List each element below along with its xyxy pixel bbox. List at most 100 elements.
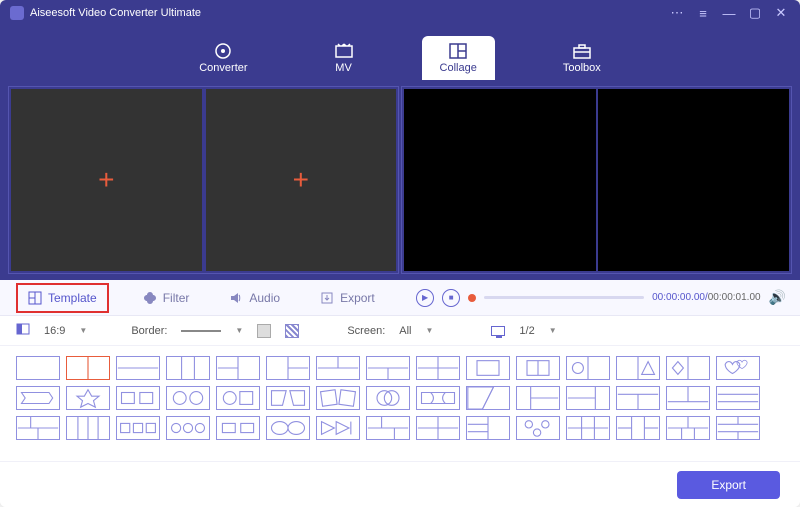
stop-button[interactable]: ■ — [442, 289, 460, 307]
nav-toolbox[interactable]: Toolbox — [545, 36, 619, 80]
toolbox-icon — [572, 42, 592, 60]
collage-icon — [448, 42, 468, 60]
template-thumb[interactable] — [266, 356, 310, 380]
template-thumb[interactable] — [116, 356, 160, 380]
template-thumb[interactable] — [416, 386, 460, 410]
template-thumb[interactable] — [716, 386, 760, 410]
aspect-ratio-value[interactable]: 16:9 — [44, 325, 65, 337]
aspect-ratio-icon — [16, 323, 30, 338]
template-thumb[interactable] — [566, 356, 610, 380]
template-thumb[interactable] — [566, 386, 610, 410]
template-thumb[interactable] — [516, 416, 560, 440]
template-thumb[interactable] — [366, 356, 410, 380]
template-thumb[interactable] — [166, 416, 210, 440]
template-thumb[interactable] — [216, 386, 260, 410]
tab-filter[interactable]: Filter — [137, 287, 196, 309]
close-icon[interactable]: ✕ — [772, 4, 790, 22]
main-nav: Converter MV Collage Toolbox — [0, 26, 800, 80]
template-thumb[interactable] — [216, 356, 260, 380]
play-button[interactable]: ▶ — [416, 289, 434, 307]
nav-label: MV — [335, 62, 352, 74]
template-thumb[interactable] — [666, 386, 710, 410]
template-thumb[interactable] — [616, 356, 660, 380]
template-thumb[interactable] — [66, 386, 110, 410]
template-thumb[interactable] — [566, 416, 610, 440]
template-grid — [0, 346, 800, 461]
footer: Export — [0, 461, 800, 507]
template-thumb[interactable] — [466, 386, 510, 410]
template-options: 16:9 ▼ Border: ▼ Screen: All ▼ 1/2 ▼ — [0, 316, 800, 346]
add-media-slot-2[interactable]: + — [206, 89, 397, 271]
monitor-icon — [491, 326, 505, 336]
titlebar: Aiseesoft Video Converter Ultimate ⋯ ≡ —… — [0, 0, 800, 26]
screen-label: Screen: — [347, 325, 385, 337]
playback-time: 00:00:00.00/00:00:01.00 — [652, 292, 760, 303]
template-thumb[interactable] — [316, 356, 360, 380]
template-thumb[interactable] — [666, 356, 710, 380]
template-thumb[interactable] — [416, 416, 460, 440]
nav-collage[interactable]: Collage — [422, 36, 495, 80]
nav-label: Converter — [199, 62, 247, 74]
tab-label: Audio — [249, 291, 280, 305]
template-icon — [28, 291, 42, 305]
template-thumb[interactable] — [416, 356, 460, 380]
template-thumb[interactable] — [216, 416, 260, 440]
template-thumb[interactable] — [366, 416, 410, 440]
audio-icon — [229, 291, 243, 305]
border-pattern-picker[interactable] — [285, 324, 299, 338]
template-thumb[interactable] — [466, 356, 510, 380]
chevron-down-icon[interactable]: ▼ — [79, 326, 87, 335]
tab-template[interactable]: Template — [16, 283, 109, 313]
template-thumb[interactable] — [666, 416, 710, 440]
template-thumb[interactable] — [116, 416, 160, 440]
template-thumb[interactable] — [116, 386, 160, 410]
nav-label: Collage — [440, 62, 477, 74]
template-thumb[interactable] — [166, 356, 210, 380]
template-thumb[interactable] — [16, 386, 60, 410]
preview-cell — [598, 89, 790, 271]
template-thumb[interactable] — [716, 356, 760, 380]
minimize-icon[interactable]: — — [720, 4, 738, 22]
border-color-picker[interactable] — [257, 324, 271, 338]
border-style-select[interactable] — [181, 330, 221, 332]
nav-mv[interactable]: MV — [316, 36, 372, 80]
template-thumb[interactable] — [516, 356, 560, 380]
template-thumb[interactable] — [316, 416, 360, 440]
template-thumb[interactable] — [266, 416, 310, 440]
template-thumb[interactable] — [616, 386, 660, 410]
template-thumb[interactable] — [266, 386, 310, 410]
maximize-icon[interactable]: ▢ — [746, 4, 764, 22]
nav-converter[interactable]: Converter — [181, 36, 265, 80]
chevron-down-icon[interactable]: ▼ — [549, 326, 557, 335]
template-thumb[interactable] — [516, 386, 560, 410]
feedback-icon[interactable]: ⋯ — [668, 4, 686, 22]
tab-export[interactable]: Export — [314, 287, 381, 309]
export-icon — [320, 291, 334, 305]
tab-audio[interactable]: Audio — [223, 287, 286, 309]
template-thumb[interactable] — [316, 386, 360, 410]
screen-value[interactable]: All — [399, 325, 411, 337]
timeline-slider[interactable] — [484, 296, 644, 299]
template-thumb[interactable] — [66, 416, 110, 440]
menu-icon[interactable]: ≡ — [694, 4, 712, 22]
volume-icon[interactable]: 🔊 — [769, 289, 786, 306]
tab-label: Filter — [163, 291, 190, 305]
export-button[interactable]: Export — [677, 471, 780, 499]
template-thumb[interactable] — [16, 356, 60, 380]
template-thumb[interactable] — [616, 416, 660, 440]
pager-value[interactable]: 1/2 — [519, 325, 534, 337]
template-thumb[interactable] — [716, 416, 760, 440]
template-thumb[interactable] — [366, 386, 410, 410]
template-thumb[interactable] — [16, 416, 60, 440]
nav-label: Toolbox — [563, 62, 601, 74]
playback-controls: ▶ ■ 00:00:00.00/00:00:01.00 🔊 — [416, 289, 786, 307]
add-media-slot-1[interactable]: + — [11, 89, 202, 271]
chevron-down-icon[interactable]: ▼ — [426, 326, 434, 335]
border-label: Border: — [131, 325, 167, 337]
template-thumb[interactable] — [66, 356, 110, 380]
record-indicator-icon — [468, 294, 476, 302]
template-thumb[interactable] — [466, 416, 510, 440]
template-thumb[interactable] — [166, 386, 210, 410]
app-title: Aiseesoft Video Converter Ultimate — [30, 7, 201, 19]
chevron-down-icon[interactable]: ▼ — [235, 326, 243, 335]
